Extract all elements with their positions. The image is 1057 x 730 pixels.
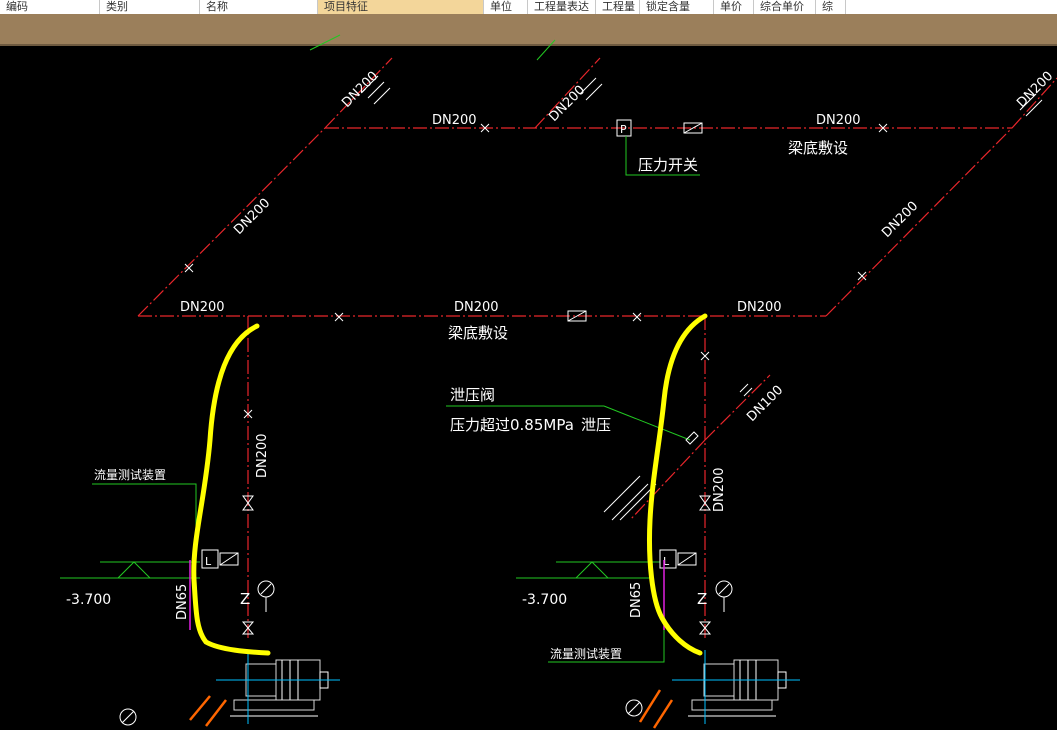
pipe-support-marks <box>184 123 888 419</box>
beam-note-upper: 梁底敷设 <box>788 139 848 157</box>
bottom-symbols <box>119 699 643 726</box>
flow-test-device-right: 流量测试装置 <box>550 646 622 661</box>
highlight-stroke-left <box>191 323 271 656</box>
right-diagonal-pipe <box>825 127 1013 317</box>
label-dn200-lower-mid: DN200 <box>454 300 499 315</box>
relief-valve-label: 泄压阀 <box>450 386 495 404</box>
annotations: 梁底敷设 梁底敷设 压力开关 泄压阀 压力超过0.85MPa 泄压 流量测试装置… <box>66 139 848 661</box>
relief-note-label: 压力超过0.85MPa <box>450 416 574 434</box>
pipe-labels: DN200 DN200 DN200 DN200 DN200 DN200 DN20… <box>175 69 1056 620</box>
valve-z-left: Z <box>240 590 250 608</box>
elevation-right: -3.700 <box>522 592 567 608</box>
label-dn200-riser-mid: DN200 <box>546 83 588 125</box>
pump-centerline-left <box>216 650 340 724</box>
label-dn200-riser-left: DN200 <box>339 69 381 111</box>
label-dn200-right-vertical: DN200 <box>712 467 727 512</box>
left-diagonal-pipe <box>137 127 326 317</box>
label-dn200-lower-right: DN200 <box>737 300 782 315</box>
relief-drain-pipe <box>629 439 706 521</box>
left-pump-assembly <box>201 495 329 717</box>
label-dn200-left-vertical: DN200 <box>255 433 270 478</box>
flow-test-device-left: 流量测试装置 <box>94 467 166 482</box>
label-dn200-right-diag: DN200 <box>879 199 921 241</box>
label-dn200-lower-left: DN200 <box>180 300 225 315</box>
leader-lines <box>60 34 700 663</box>
valve-z-right: Z <box>697 590 707 608</box>
flow-meter-mark-left: L <box>205 555 212 568</box>
label-dn200-upper-right: DN200 <box>816 113 861 128</box>
pipe-network <box>137 57 1057 640</box>
label-dn200-upper: DN200 <box>432 113 477 128</box>
pump-centerline-right <box>672 650 800 724</box>
label-dn200-riser-right: DN200 <box>1014 69 1056 111</box>
label-dn65-right: DN65 <box>629 582 644 618</box>
cad-drawing-canvas[interactable]: P DN200 DN200 DN200 DN200 DN200 DN200 DN… <box>0 0 1057 730</box>
right-pump-assembly <box>603 383 787 717</box>
pressure-switch-label: 压力开关 <box>638 156 698 174</box>
elevation-left: -3.700 <box>66 592 111 608</box>
label-dn65-left: DN65 <box>175 584 190 620</box>
beam-note-lower: 梁底敷设 <box>448 324 508 342</box>
relief-word-label: 泄压 <box>581 416 611 434</box>
pressure-switch-symbol: P <box>620 123 627 136</box>
